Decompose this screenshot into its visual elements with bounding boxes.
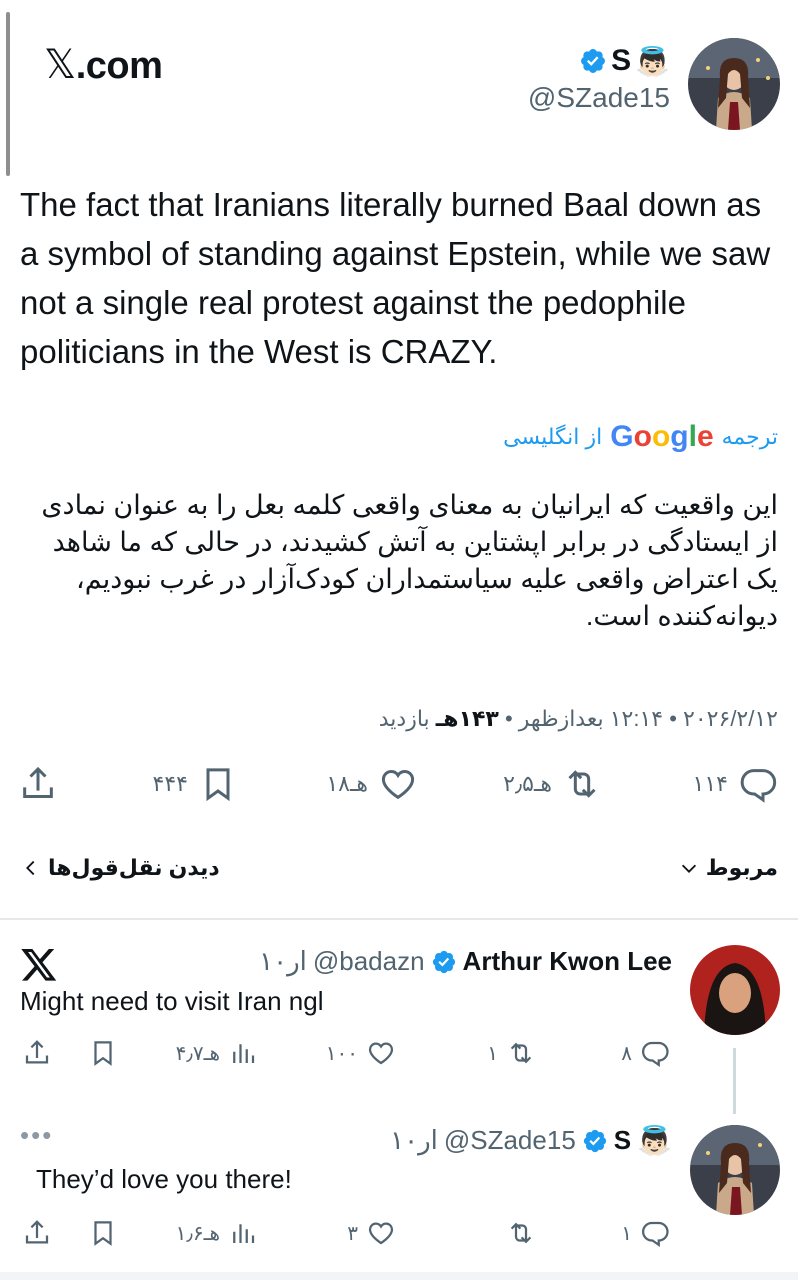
baby-angel-emoji: 👼🏻 [637, 1125, 672, 1156]
related-row: مربوط دیدن نقل‌قول‌ها [20, 855, 778, 881]
chevron-down-icon [681, 864, 696, 873]
author-avatar[interactable] [688, 38, 780, 130]
reply2-like-count: ۳ [347, 1222, 358, 1245]
analytics-icon [233, 1224, 255, 1243]
reply2-reply-count: ۱ [621, 1222, 632, 1245]
x-logo-icon[interactable] [20, 945, 58, 983]
site-brand: 𝕏.com [44, 42, 163, 88]
tweet-date: ۲۰۲۶/۲/۱۲ • ۱۲:۱۴ بعدازظهر • [498, 706, 778, 731]
reply2-view-count: ۱٫۶هـ [175, 1222, 220, 1245]
more-options-icon[interactable]: ••• [20, 1120, 53, 1151]
reply1-reply-count: ۸ [621, 1042, 632, 1065]
reply-icon [642, 1221, 669, 1248]
related-label: مربوط [705, 855, 778, 880]
reply1-header[interactable]: ۱۰ار @badazn Arthur Kwon Lee [259, 946, 672, 977]
reply1-repost-button[interactable]: ۱ [487, 1038, 536, 1068]
reply2-views-button[interactable]: ۱٫۶هـ [176, 1218, 258, 1248]
share-icon [25, 1220, 49, 1244]
heart-icon [368, 1042, 394, 1065]
view-quotes-link[interactable]: دیدن نقل‌قول‌ها [20, 855, 220, 881]
verified-badge-icon [581, 49, 606, 73]
reply1-repost-count: ۱ [487, 1042, 498, 1065]
reply2-name: S [613, 1125, 632, 1155]
repost-count: ۲٫۵هـ [503, 771, 552, 796]
bookmark-button[interactable]: ۴۴۴ [153, 764, 238, 804]
reply2-handle: @SZade15 [443, 1125, 576, 1155]
scroll-indicator[interactable] [6, 12, 10, 176]
repost-button[interactable]: ۲٫۵هـ [503, 764, 602, 804]
verified-badge-icon [583, 1129, 606, 1152]
bottom-edge [0, 1272, 798, 1280]
reply2-time: ۱۰ار [390, 1125, 438, 1155]
site-domain: .com [75, 45, 163, 87]
reply2-share-button[interactable] [22, 1218, 52, 1248]
reply1-views-button[interactable]: ۴٫۷هـ [176, 1038, 258, 1068]
share-button[interactable] [18, 764, 58, 804]
baby-angel-emoji: 👼🏻 [635, 45, 670, 77]
translate-link[interactable]: ترجمه Google از انگلیسی [503, 420, 778, 454]
reply2-reply-button[interactable]: ۱ [621, 1218, 670, 1248]
tweet-action-bar: ۱۱۴ ۲٫۵هـ ۱۸هـ ۴۴۴ [0, 764, 798, 814]
verified-badge-icon [432, 950, 455, 973]
bookmark-icon [94, 1041, 112, 1066]
analytics-icon [233, 1044, 255, 1063]
share-icon [25, 1040, 49, 1064]
reply2-avatar[interactable] [690, 1125, 780, 1215]
reply-button[interactable]: ۱۱۴ [693, 764, 778, 804]
reply2-repost-button[interactable] [498, 1218, 536, 1248]
heart-icon [381, 769, 415, 800]
reply-icon [740, 769, 777, 803]
reply1-handle: @badazn [312, 946, 425, 976]
reply2-text: They’d love you there! [36, 1164, 292, 1194]
reply2-bookmark-button[interactable] [88, 1218, 118, 1248]
reply1-share-button[interactable] [22, 1038, 52, 1068]
reply2-action-bar: ۱ ۳ ۱٫۶هـ [0, 1218, 798, 1254]
translate-prefix: ترجمه [721, 424, 778, 449]
heart-icon [368, 1222, 394, 1245]
chevron-left-icon [26, 860, 35, 876]
translate-suffix: از انگلیسی [503, 424, 603, 449]
like-count: ۱۸هـ [326, 771, 368, 796]
bookmark-count: ۴۴۴ [152, 771, 188, 796]
translated-text: این واقعیت که ایرانیان به معنای واقعی کل… [41, 490, 778, 631]
tweet-author[interactable]: S 👼🏻 @SZade15 [528, 44, 670, 114]
reply2-like-button[interactable]: ۳ [347, 1218, 396, 1248]
reply1-name: Arthur Kwon Lee [462, 946, 672, 976]
reply1-action-bar: ۸ ۱ ۱۰۰ ۴٫۷هـ [0, 1038, 798, 1074]
reply-icon [642, 1041, 669, 1068]
reply1-like-button[interactable]: ۱۰۰ [326, 1038, 396, 1068]
author-handle: @SZade15 [527, 82, 670, 113]
google-logo: Google [610, 420, 714, 453]
bookmark-icon [94, 1221, 112, 1246]
views-label: بازدید [378, 706, 436, 731]
reply1-bookmark-button[interactable] [88, 1038, 118, 1068]
reply1-reply-button[interactable]: ۸ [621, 1038, 670, 1068]
thread-connector [733, 1048, 736, 1114]
view-count: ۱۴۳هـ [435, 706, 499, 731]
reply2-header[interactable]: ۱۰ار @SZade15 S 👼🏻 [390, 1124, 672, 1157]
repost-icon [510, 1042, 532, 1064]
reply1-text: Might need to visit Iran ngl [20, 986, 324, 1016]
reply1-like-count: ۱۰۰ [325, 1042, 358, 1065]
reply1-avatar[interactable] [690, 945, 780, 1035]
like-button[interactable]: ۱۸هـ [326, 764, 418, 804]
repost-icon [510, 1222, 532, 1244]
tweet-meta: ۲۰۲۶/۲/۱۲ • ۱۲:۱۴ بعدازظهر • ۱۴۳هـ بازدی… [379, 706, 778, 732]
author-name: S [611, 44, 632, 77]
share-icon [23, 766, 53, 798]
view-quotes-label: دیدن نقل‌قول‌ها [48, 855, 220, 880]
x-logo-glyph: 𝕏 [44, 42, 76, 88]
bookmark-icon [206, 768, 230, 802]
tweet-text: The fact that Iranians literally burned … [20, 186, 771, 370]
reply1-view-count: ۴٫۷هـ [175, 1042, 220, 1065]
section-divider [0, 918, 798, 920]
related-toggle[interactable]: مربوط [678, 855, 778, 881]
repost-icon [568, 770, 596, 798]
reply1-time: ۱۰ار [259, 946, 307, 976]
reply-count: ۱۱۴ [692, 771, 728, 796]
